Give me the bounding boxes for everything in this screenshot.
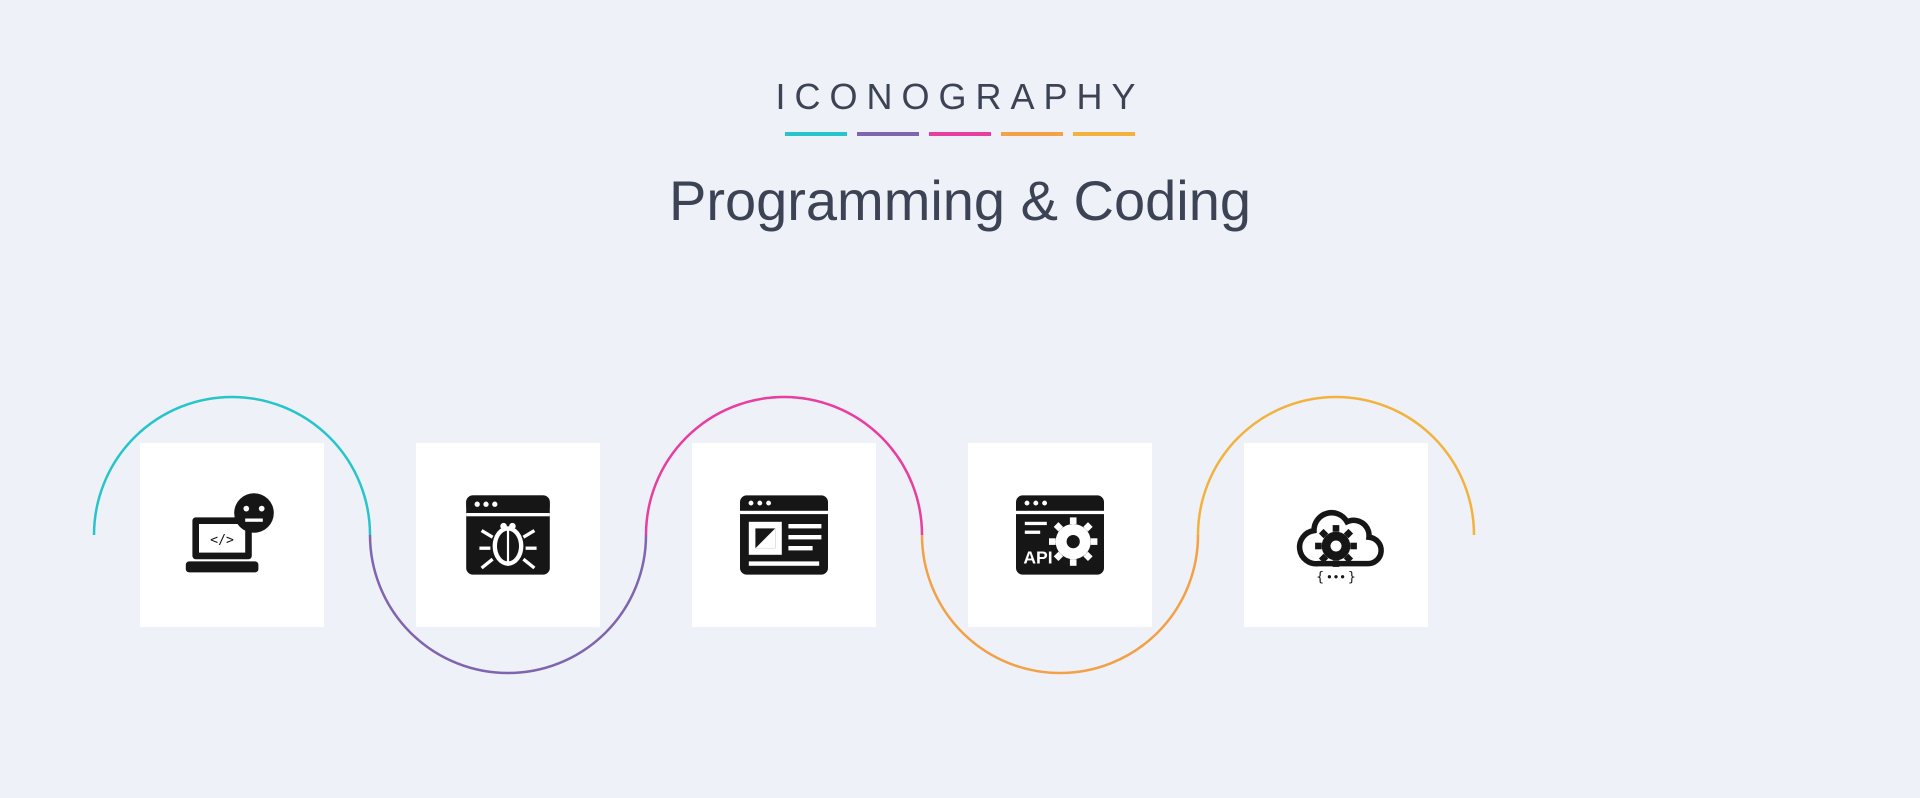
icon-card	[692, 443, 876, 627]
icon-card: API	[968, 443, 1152, 627]
icon-stage: </>	[0, 0, 1920, 798]
connector-arcs	[0, 0, 1920, 798]
api-settings-icon: API	[1005, 480, 1115, 590]
layout-window-icon	[729, 480, 839, 590]
svg-text:</>: </>	[210, 533, 234, 548]
layout-window-icon	[729, 480, 839, 590]
api-settings-icon: API	[1005, 480, 1115, 590]
icon-card	[416, 443, 600, 627]
bug-window-icon	[453, 480, 563, 590]
laptop-error-icon: </>	[177, 480, 287, 590]
icon-card: { }	[1244, 443, 1428, 627]
icon-card: </>	[140, 443, 324, 627]
cloud-gear-icon: { }	[1281, 480, 1391, 590]
laptop-error-icon: </>	[177, 480, 287, 590]
bug-window-icon	[453, 480, 563, 590]
svg-text:API: API	[1023, 548, 1052, 568]
cloud-gear-icon: { }	[1281, 480, 1391, 590]
